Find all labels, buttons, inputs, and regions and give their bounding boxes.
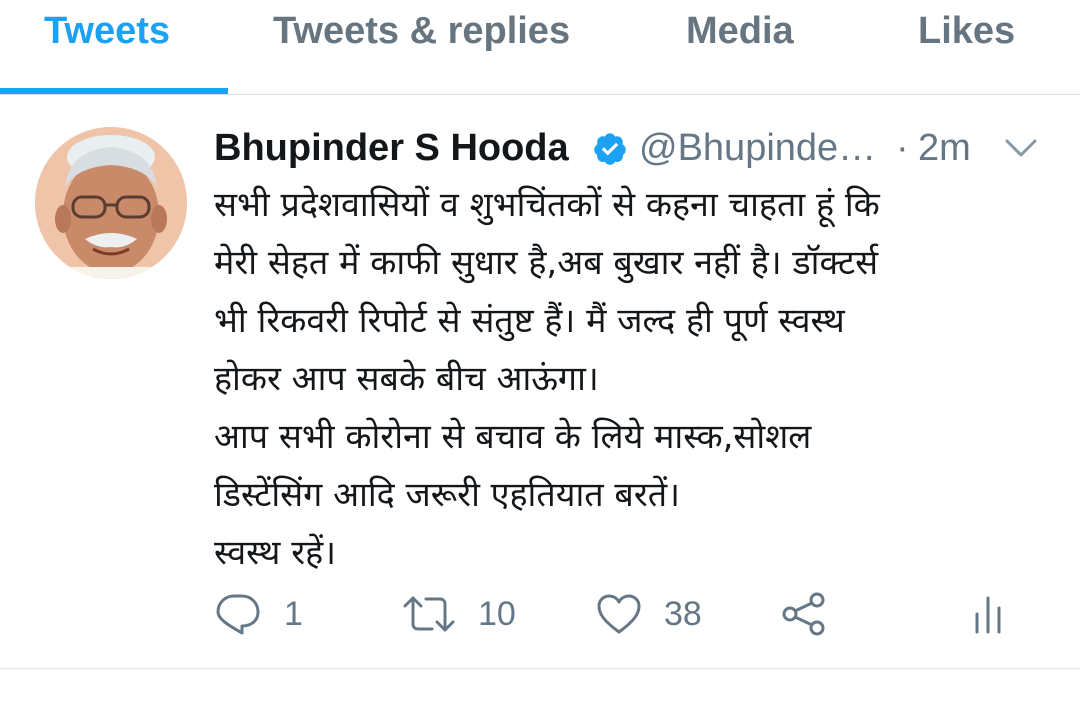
tweet-text-line: मेरी सेहत में काफी सुधार है,अब बुखार नही… bbox=[214, 243, 879, 283]
reply-icon bbox=[216, 594, 260, 635]
tweet-text: सभी प्रदेशवासियों व शुभचिंतकों से कहना च… bbox=[214, 176, 1054, 582]
like-button[interactable]: 38 bbox=[596, 586, 702, 642]
tweet-header: Bhupinder S Hooda @Bhupinde… · 2m bbox=[214, 122, 1054, 172]
reply-button[interactable]: 1 bbox=[214, 586, 303, 642]
profile-tabs: Tweets Tweets & replies Media Likes bbox=[0, 0, 1080, 95]
chevron-down-icon[interactable] bbox=[1004, 136, 1038, 160]
tweet-text-line: सभी प्रदेशवासियों व शुभचिंतकों से कहना च… bbox=[214, 185, 880, 225]
retweet-count: 10 bbox=[478, 594, 516, 633]
separator-dot: · bbox=[896, 127, 909, 169]
reply-count: 1 bbox=[284, 594, 303, 633]
tweet-text-line: भी रिकवरी रिपोर्ट से संतुष्ट हैं। मैं जल… bbox=[214, 301, 845, 341]
retweet-button[interactable]: 10 bbox=[402, 586, 516, 642]
tab-media[interactable]: Media bbox=[686, 10, 794, 52]
like-count: 38 bbox=[664, 594, 702, 633]
author-name[interactable]: Bhupinder S Hooda bbox=[214, 128, 569, 168]
tab-likes[interactable]: Likes bbox=[918, 10, 1015, 52]
heart-icon bbox=[597, 594, 641, 634]
author-handle[interactable]: @Bhupinde… bbox=[639, 128, 876, 168]
avatar[interactable] bbox=[35, 127, 187, 279]
share-icon bbox=[782, 592, 825, 636]
tweet-text-line: डिस्टेंसिंग आदि जरूरी एहतियात बरतें। bbox=[214, 475, 681, 515]
analytics-icon bbox=[975, 596, 1001, 634]
avatar-image bbox=[35, 127, 187, 279]
tweet-text-line: होकर आप सबके बीच आऊंगा। bbox=[214, 359, 599, 399]
active-tab-indicator bbox=[0, 88, 228, 94]
tweet-actions: 1 10 38 bbox=[214, 586, 1034, 642]
tab-tweets[interactable]: Tweets bbox=[44, 10, 170, 52]
analytics-button[interactable] bbox=[972, 586, 1004, 642]
tweet-text-line: आप सभी कोरोना से बचाव के लिये मास्क,सोशल bbox=[214, 417, 812, 457]
share-button[interactable] bbox=[780, 586, 828, 642]
tweet-text-line: स्वस्थ रहें। bbox=[214, 533, 337, 573]
tab-tweets-and-replies[interactable]: Tweets & replies bbox=[273, 10, 570, 52]
verified-badge-icon bbox=[594, 133, 626, 165]
tweet-timestamp[interactable]: 2m bbox=[918, 128, 971, 168]
retweet-icon bbox=[403, 596, 455, 632]
tweet-divider bbox=[0, 668, 1080, 669]
